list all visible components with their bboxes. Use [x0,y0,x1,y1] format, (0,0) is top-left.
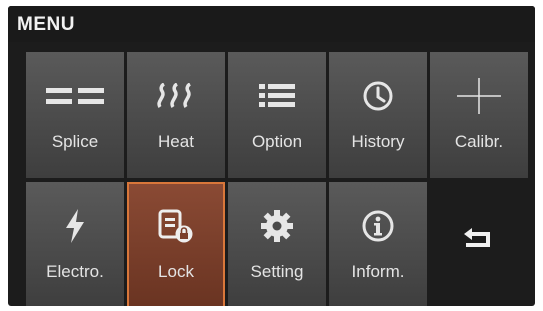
back-button[interactable] [428,182,526,306]
heat-icon [127,76,225,116]
lightning-icon [26,206,124,246]
splice-button[interactable]: Splice [26,52,124,178]
splice-icon [26,76,124,116]
title-bar: MENU [8,6,535,42]
heat-label: Heat [158,132,194,151]
electro-label: Electro. [46,262,104,281]
inform-label: Inform. [351,262,405,281]
heat-button[interactable]: Heat [127,52,225,178]
page-title: MENU [17,14,75,35]
history-label: History [351,132,405,151]
return-arrow-icon [428,219,526,259]
list-icon [228,76,326,116]
gear-icon [228,206,326,246]
inform-button[interactable]: Inform. [329,182,427,306]
lock-label: Lock [158,262,194,281]
lock-button[interactable]: Lock [127,182,225,306]
splice-label: Splice [51,132,99,151]
setting-label: Setting [250,262,304,281]
menu-screen: MENU Splice Heat Option History Calibr. … [8,6,535,306]
electro-button[interactable]: Electro. [26,182,124,306]
setting-button[interactable]: Setting [228,182,326,306]
lock-document-icon [129,206,223,246]
info-icon [329,206,427,246]
crosshair-icon [430,76,528,116]
clock-icon [329,76,427,116]
calibration-label: Calibr. [454,132,504,151]
option-label: Option [251,132,303,151]
history-button[interactable]: History [329,52,427,178]
option-button[interactable]: Option [228,52,326,178]
calibration-button[interactable]: Calibr. [430,52,528,178]
